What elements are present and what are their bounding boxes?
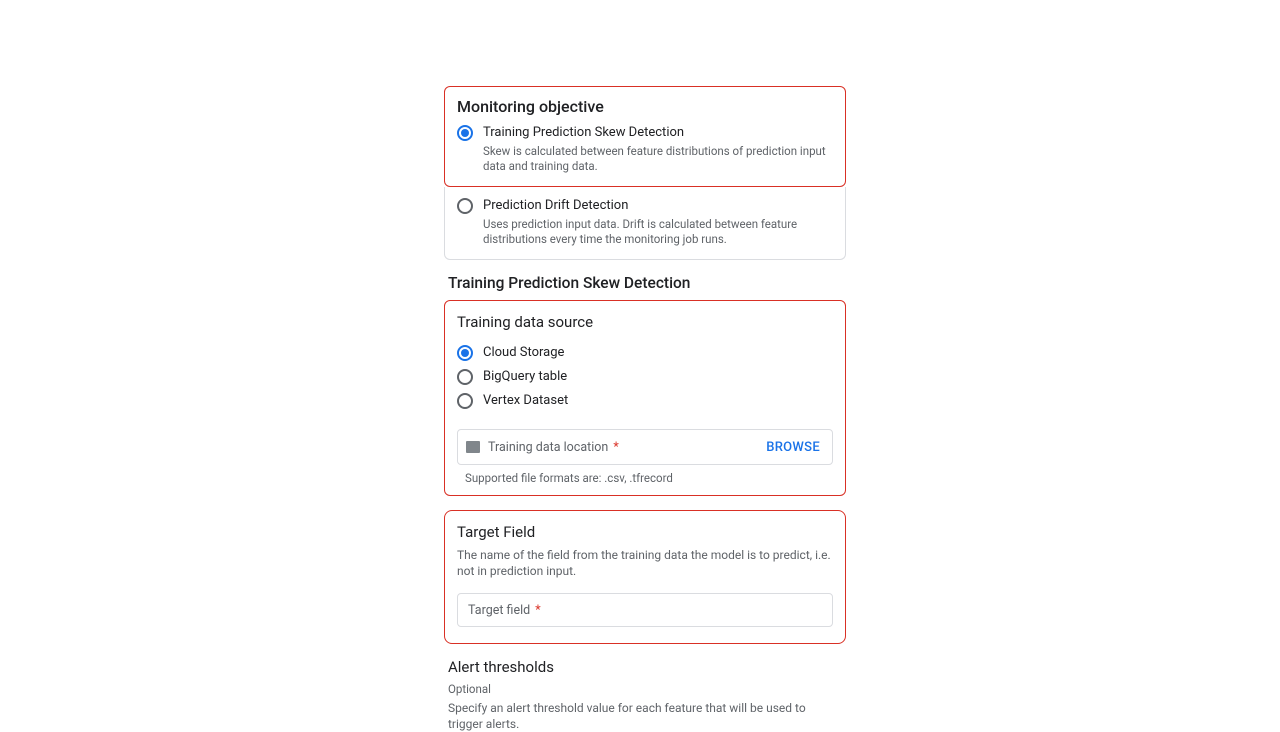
target-field-card: Target Field The name of the field from … — [444, 510, 846, 644]
radio-icon — [457, 125, 473, 141]
alert-thresholds-title: Alert thresholds — [448, 658, 842, 676]
section-heading: Training Prediction Skew Detection — [448, 274, 846, 292]
radio-vertex-dataset[interactable]: Vertex Dataset — [457, 389, 833, 413]
radio-description: Skew is calculated between feature distr… — [483, 144, 833, 174]
training-data-source-title: Training data source — [457, 313, 833, 331]
radio-label: Training Prediction Skew Detection — [483, 124, 833, 142]
radio-icon — [457, 345, 473, 361]
radio-label: Prediction Drift Detection — [483, 197, 833, 215]
radio-label: Vertex Dataset — [483, 392, 568, 410]
radio-description: Uses prediction input data. Drift is cal… — [483, 217, 833, 247]
training-location-wrap: Training data location * BROWSE Supporte… — [457, 429, 833, 485]
alert-thresholds-description: Specify an alert threshold value for eac… — [448, 700, 842, 732]
browse-button[interactable]: BROWSE — [764, 436, 822, 459]
radio-cloud-storage[interactable]: Cloud Storage — [457, 341, 833, 365]
radio-drift-detection[interactable]: Prediction Drift Detection Uses predicti… — [457, 195, 833, 249]
training-data-source-card: Training data source Cloud Storage BigQu… — [444, 300, 846, 496]
monitoring-options-extra: Prediction Drift Detection Uses predicti… — [444, 187, 846, 260]
target-field-title: Target Field — [457, 523, 833, 541]
file-format-hint: Supported file formats are: .csv, .tfrec… — [465, 471, 833, 485]
input-label: Training data location * — [488, 440, 764, 455]
target-field-input[interactable]: Target field * — [457, 593, 833, 627]
radio-icon — [457, 198, 473, 214]
radio-icon — [457, 393, 473, 409]
radio-icon — [457, 369, 473, 385]
alert-thresholds-section: Alert thresholds Optional Specify an ale… — [444, 658, 846, 732]
training-data-location-input[interactable]: Training data location * BROWSE — [457, 429, 833, 465]
target-field-description: The name of the field from the training … — [457, 547, 833, 579]
radio-label: Cloud Storage — [483, 344, 564, 362]
optional-label: Optional — [448, 682, 842, 696]
monitoring-objective-title: Monitoring objective — [457, 97, 833, 116]
radio-label: BigQuery table — [483, 368, 567, 386]
input-label: Target field * — [468, 603, 822, 618]
radio-bigquery-table[interactable]: BigQuery table — [457, 365, 833, 389]
radio-skew-detection[interactable]: Training Prediction Skew Detection Skew … — [457, 122, 833, 176]
monitoring-objective-card: Monitoring objective Training Prediction… — [444, 86, 846, 187]
folder-icon — [466, 441, 480, 453]
